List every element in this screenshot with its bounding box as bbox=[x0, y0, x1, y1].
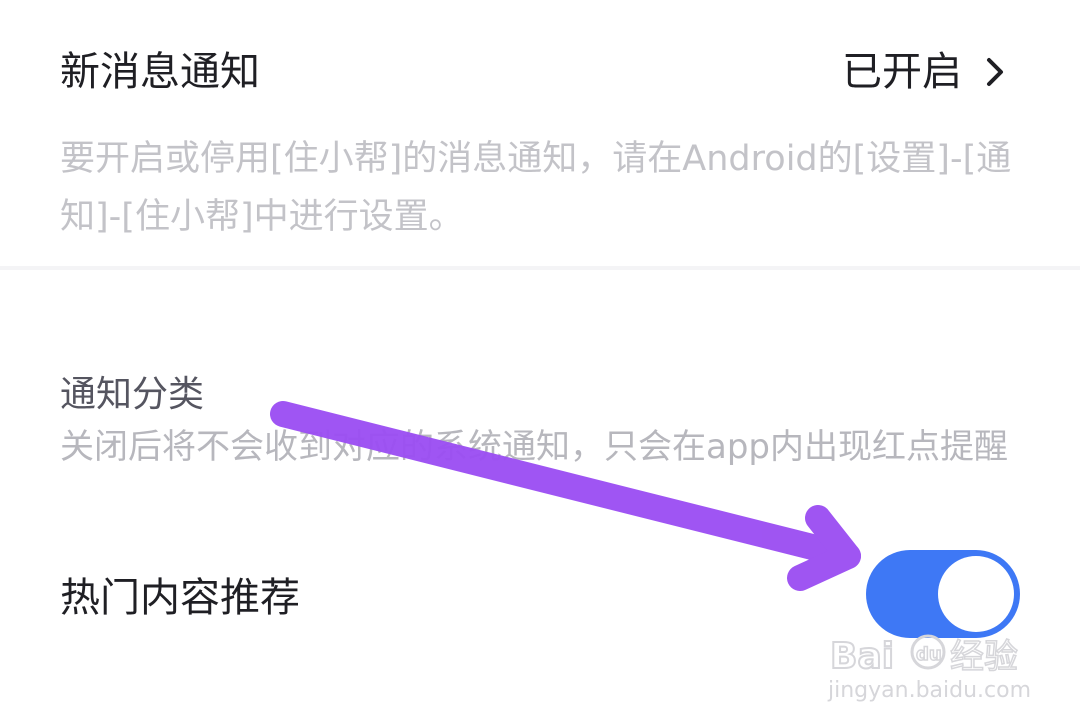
new-message-notification-row[interactable]: 新消息通知 已开启 bbox=[0, 0, 1080, 148]
baidu-watermark-logo: Bai du 经验 bbox=[829, 634, 1019, 678]
category-description: 关闭后将不会收到对应的系统通知，只会在app内出现红点提醒 bbox=[60, 427, 1008, 467]
hot-content-label: 热门内容推荐 bbox=[60, 575, 300, 621]
settings-page: 新消息通知 已开启 要开启或停用[住小帮]的消息通知，请在Android的[设置… bbox=[0, 0, 1080, 726]
watermark-url: jingyan.baidu.com bbox=[828, 678, 1032, 703]
hot-content-toggle[interactable] bbox=[866, 550, 1020, 638]
section-divider bbox=[0, 266, 1080, 270]
svg-text:du: du bbox=[916, 644, 942, 665]
svg-text:Bai: Bai bbox=[830, 636, 894, 677]
notification-description: 要开启或停用[住小帮]的消息通知，请在Android的[设置]-[通知]-[住小… bbox=[60, 139, 1012, 237]
notification-title: 新消息通知 bbox=[60, 49, 260, 95]
toggle-knob bbox=[938, 556, 1014, 632]
chevron-right-icon bbox=[987, 58, 1003, 86]
svg-text:经验: 经验 bbox=[950, 637, 1018, 677]
category-title: 通知分类 bbox=[60, 374, 205, 415]
